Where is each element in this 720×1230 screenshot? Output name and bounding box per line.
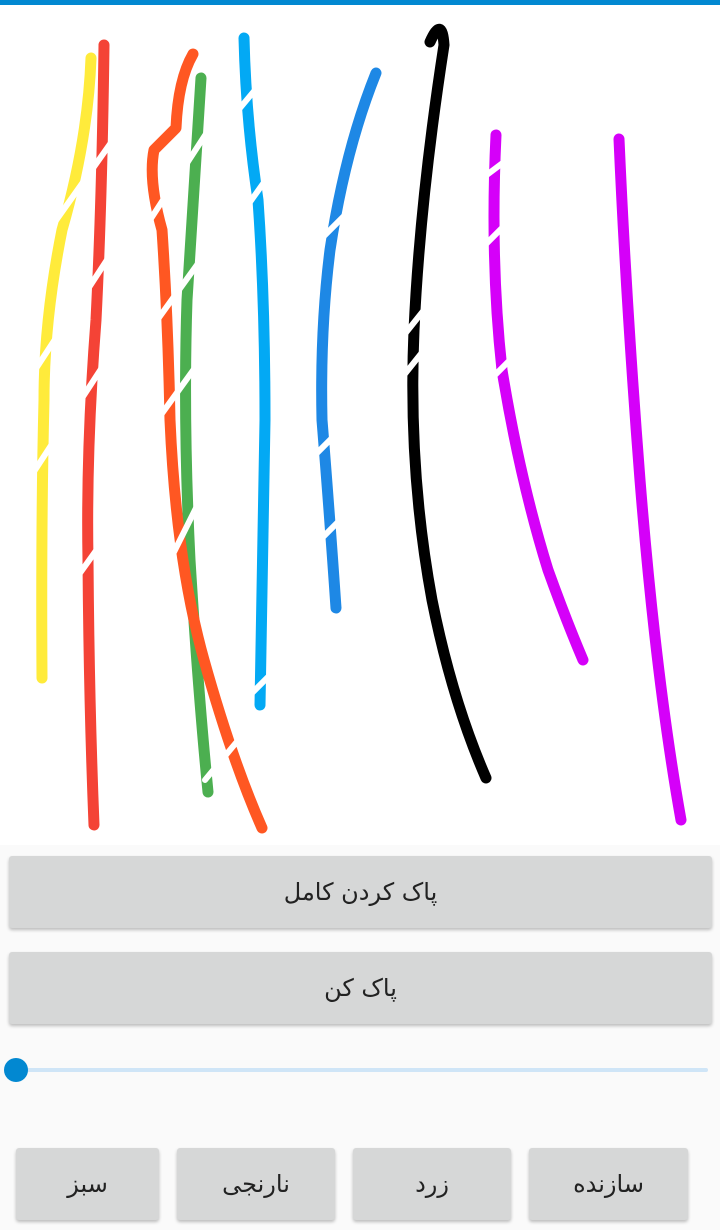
- yellow-color-button[interactable]: زرد: [353, 1148, 511, 1220]
- stroke-light-blue: [238, 32, 271, 711]
- green-color-button[interactable]: سبز: [16, 1148, 159, 1220]
- orange-color-label: نارنجی: [222, 1170, 290, 1198]
- stroke-black: [407, 23, 492, 784]
- stroke-purple-2: [613, 133, 687, 826]
- orange-color-button[interactable]: نارنجی: [177, 1148, 335, 1220]
- clear-all-button[interactable]: پاک کردن کامل: [9, 856, 712, 928]
- stroke-purple-1: [488, 129, 589, 666]
- clear-all-label: پاک کردن کامل: [283, 878, 438, 906]
- yellow-color-label: زرد: [415, 1170, 449, 1198]
- stroke-green: [180, 72, 214, 798]
- eraser-button[interactable]: پاک کن: [9, 952, 712, 1024]
- eraser-label: پاک کن: [324, 974, 397, 1002]
- stroke-orange: [146, 48, 268, 834]
- brush-size-slider[interactable]: [4, 1056, 708, 1084]
- maker-button[interactable]: سازنده: [529, 1148, 688, 1220]
- maker-label: سازنده: [573, 1170, 644, 1198]
- green-color-label: سبز: [67, 1170, 108, 1198]
- slider-thumb[interactable]: [4, 1058, 28, 1082]
- slider-track[interactable]: [16, 1068, 708, 1072]
- drawing-canvas[interactable]: [0, 5, 720, 845]
